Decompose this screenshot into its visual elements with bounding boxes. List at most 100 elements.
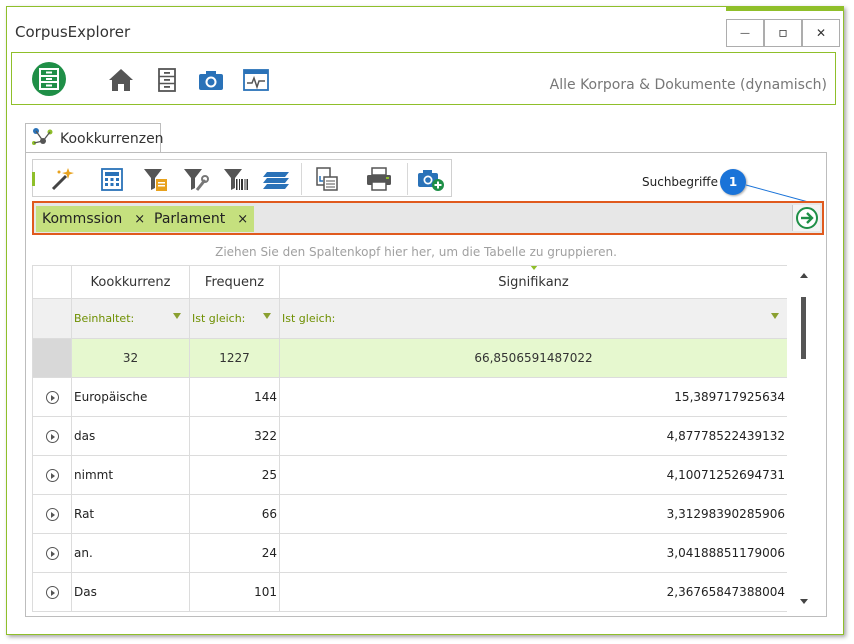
expand-row-icon[interactable] bbox=[45, 586, 59, 599]
callout-badge: 1 bbox=[720, 169, 746, 195]
cell-sig: 3,31298390285906 bbox=[279, 494, 787, 534]
app-title: CorpusExplorer bbox=[15, 23, 131, 41]
app-window: CorpusExplorer — ▫ ✕ Alle Korpora & Doku… bbox=[6, 6, 844, 635]
column-header-label: Signifikanz bbox=[498, 274, 569, 290]
filter-funnel-icon[interactable] bbox=[263, 313, 271, 319]
cell-freq: 25 bbox=[189, 455, 280, 495]
maximize-button[interactable]: ▫ bbox=[764, 19, 802, 47]
cell-sig: 3,04188851179006 bbox=[279, 533, 787, 573]
table-row[interactable]: das 322 4,87778522439132 bbox=[32, 416, 787, 456]
magic-wand-icon[interactable] bbox=[49, 166, 75, 192]
cabinet-icon[interactable] bbox=[154, 67, 180, 93]
table-row[interactable]: nimmt 25 4,10071252694731 bbox=[32, 455, 787, 495]
expand-row-icon[interactable] bbox=[45, 547, 59, 560]
cell-freq: 24 bbox=[189, 533, 280, 573]
tab-kookkurrenzen[interactable]: Kookkurrenzen bbox=[25, 123, 164, 153]
filter-cell-frequenz[interactable]: Ist gleich: bbox=[189, 298, 280, 339]
export-document-icon[interactable] bbox=[313, 166, 339, 192]
toolbar-separator bbox=[407, 163, 408, 195]
context-label: Alle Korpora & Dokumente (dynamisch) bbox=[549, 77, 827, 93]
titlebar-accent bbox=[726, 7, 844, 11]
sort-indicator-icon bbox=[529, 266, 538, 270]
remove-chip-icon[interactable]: × bbox=[134, 212, 145, 227]
toolbar-separator bbox=[301, 163, 302, 195]
search-terms-label: Suchbegriffe bbox=[642, 175, 718, 189]
table-row[interactable]: Das 101 2,36765847388004 bbox=[32, 572, 787, 612]
cell-term: das bbox=[71, 416, 190, 456]
logo-icon[interactable] bbox=[32, 62, 66, 96]
network-icon bbox=[30, 126, 56, 152]
summary-signifikanz: 66,8506591487022 bbox=[279, 338, 787, 378]
close-button[interactable]: ✕ bbox=[802, 19, 840, 47]
cell-term: Das bbox=[71, 572, 190, 612]
filter-wrench-icon[interactable] bbox=[183, 166, 209, 192]
kookkurrenzen-panel: Suchbegriffe 1 Kommssion × Parlament × Z… bbox=[25, 152, 827, 617]
filter-cell-kookkurrenz[interactable]: Beinhaltet: bbox=[71, 298, 190, 339]
cell-term: Europäische bbox=[71, 377, 190, 417]
home-icon[interactable] bbox=[108, 67, 134, 93]
filter-clipboard-icon[interactable] bbox=[143, 166, 169, 192]
header-row: Kookkurrenz Frequenz Signifikanz bbox=[32, 265, 787, 299]
scrollbar-thumb[interactable] bbox=[801, 297, 806, 359]
search-go-button[interactable] bbox=[792, 205, 820, 231]
column-header-kookkurrenz[interactable]: Kookkurrenz bbox=[71, 265, 190, 299]
expand-row-icon[interactable] bbox=[45, 391, 59, 404]
minimize-button[interactable]: — bbox=[726, 19, 764, 47]
toolbar-grip bbox=[32, 172, 35, 186]
search-terms-bar[interactable]: Kommssion × Parlament × bbox=[32, 201, 824, 235]
cell-freq: 101 bbox=[189, 572, 280, 612]
table-row[interactable]: Rat 66 3,31298390285906 bbox=[32, 494, 787, 534]
sub-toolbar bbox=[32, 159, 452, 197]
cell-sig: 4,87778522439132 bbox=[279, 416, 787, 456]
scroll-down-icon[interactable] bbox=[800, 599, 808, 604]
main-toolbar: Alle Korpora & Dokumente (dynamisch) bbox=[11, 52, 836, 105]
column-header-frequenz[interactable]: Frequenz bbox=[189, 265, 280, 299]
camera-icon[interactable] bbox=[198, 67, 224, 93]
layers-icon[interactable] bbox=[263, 166, 289, 192]
search-chip[interactable]: Kommssion × bbox=[36, 206, 152, 232]
calculator-icon[interactable] bbox=[99, 166, 125, 192]
expand-row-icon[interactable] bbox=[45, 508, 59, 521]
print-icon[interactable] bbox=[365, 166, 391, 192]
filter-funnel-icon[interactable] bbox=[173, 313, 181, 319]
vertical-scrollbar[interactable] bbox=[796, 267, 812, 611]
filter-barcode-icon[interactable] bbox=[223, 166, 249, 192]
expand-row-icon[interactable] bbox=[45, 430, 59, 443]
search-chip[interactable]: Parlament × bbox=[148, 206, 255, 232]
activity-monitor-icon[interactable] bbox=[243, 67, 269, 93]
filter-cell-signifikanz[interactable]: Ist gleich: bbox=[279, 298, 787, 339]
filter-funnel-icon[interactable] bbox=[771, 313, 779, 319]
cell-sig: 2,36765847388004 bbox=[279, 572, 787, 612]
summary-kookkurrenz: 32 bbox=[71, 338, 190, 378]
row-header bbox=[32, 298, 72, 339]
summary-frequenz: 1227 bbox=[189, 338, 280, 378]
table-row[interactable]: Europäische 144 15,389717925634 bbox=[32, 377, 787, 417]
search-chip-label: Kommssion bbox=[42, 211, 123, 227]
filter-operator: Ist gleich: bbox=[282, 312, 336, 325]
summary-row[interactable]: 32 1227 66,8506591487022 bbox=[32, 338, 787, 378]
cell-freq: 144 bbox=[189, 377, 280, 417]
cell-term: Rat bbox=[71, 494, 190, 534]
cell-term: nimmt bbox=[71, 455, 190, 495]
cell-sig: 15,389717925634 bbox=[279, 377, 787, 417]
minimize-icon: — bbox=[740, 27, 750, 39]
filter-operator: Ist gleich: bbox=[192, 312, 246, 325]
tab-label: Kookkurrenzen bbox=[60, 130, 164, 147]
search-chip-label: Parlament bbox=[154, 211, 226, 227]
cell-freq: 66 bbox=[189, 494, 280, 534]
table-row[interactable]: an. 24 3,04188851179006 bbox=[32, 533, 787, 573]
camera-add-icon[interactable] bbox=[417, 166, 444, 192]
cell-term: an. bbox=[71, 533, 190, 573]
data-grid: Kookkurrenz Frequenz Signifikanz Beinhal… bbox=[32, 265, 787, 615]
expand-row-icon[interactable] bbox=[45, 469, 59, 482]
arrow-right-circle-icon bbox=[795, 207, 818, 229]
maximize-icon: ▫ bbox=[778, 25, 788, 41]
remove-chip-icon[interactable]: × bbox=[237, 212, 248, 227]
close-icon: ✕ bbox=[815, 26, 827, 40]
filter-operator: Beinhaltet: bbox=[74, 312, 135, 325]
scroll-up-icon[interactable] bbox=[800, 273, 808, 278]
group-by-hint: Ziehen Sie den Spaltenkopf hier her, um … bbox=[215, 245, 617, 259]
column-header-signifikanz[interactable]: Signifikanz bbox=[279, 265, 787, 299]
cell-freq: 322 bbox=[189, 416, 280, 456]
filter-row: Beinhaltet: Ist gleich: Ist gleich: bbox=[32, 298, 787, 339]
